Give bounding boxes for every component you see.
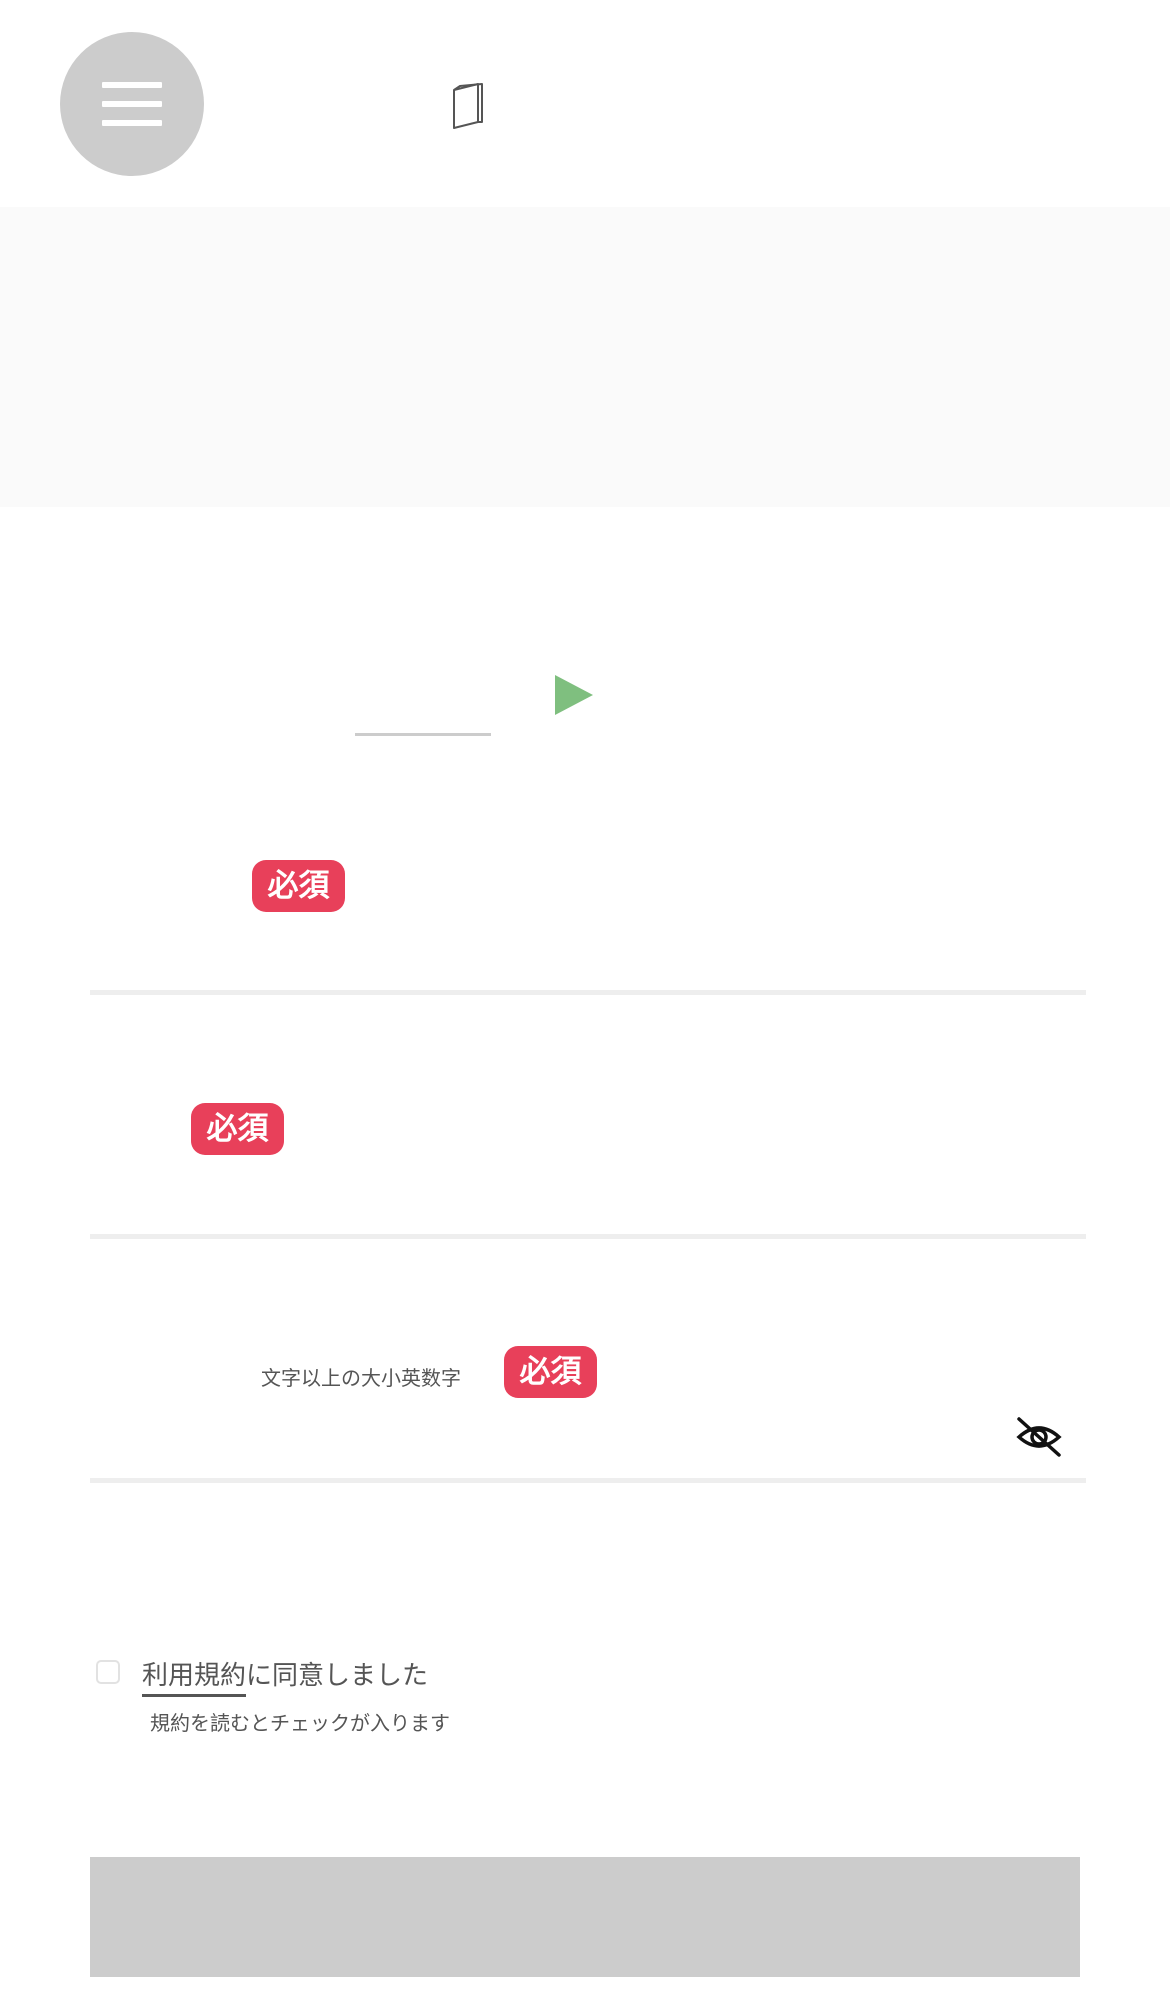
submit-button[interactable] bbox=[90, 1857, 1080, 1977]
required-badge: 必須 bbox=[191, 1103, 284, 1155]
banner-area bbox=[0, 207, 1170, 507]
field-divider bbox=[90, 1478, 1086, 1483]
terms-note: 規約を読むとチェックが入ります bbox=[150, 1711, 450, 1735]
required-badge: 必須 bbox=[504, 1346, 597, 1398]
signup-page: 必須 必須 文字以上の大小英数字 必須 利用規約に同意しました 規約を読むとチェ… bbox=[0, 0, 1170, 1992]
field-divider bbox=[90, 1234, 1086, 1239]
terms-link[interactable]: 利用規約 bbox=[142, 1661, 247, 1697]
terms-agreement: 利用規約に同意しました bbox=[142, 1655, 429, 1697]
field-divider bbox=[90, 990, 1086, 995]
required-badge: 必須 bbox=[252, 860, 345, 912]
password-hint: 文字以上の大小英数字 bbox=[261, 1366, 461, 1390]
play-icon[interactable] bbox=[555, 675, 593, 715]
terms-agree-text: に同意しました bbox=[246, 1661, 429, 1691]
menu-bar bbox=[102, 120, 162, 126]
hamburger-menu-button[interactable] bbox=[60, 32, 204, 176]
tab-underline bbox=[355, 733, 491, 736]
menu-bar bbox=[102, 101, 162, 107]
book-icon bbox=[453, 83, 483, 129]
terms-checkbox[interactable] bbox=[96, 1660, 120, 1684]
menu-bar bbox=[102, 82, 162, 88]
eye-slash-icon[interactable] bbox=[1015, 1417, 1063, 1457]
